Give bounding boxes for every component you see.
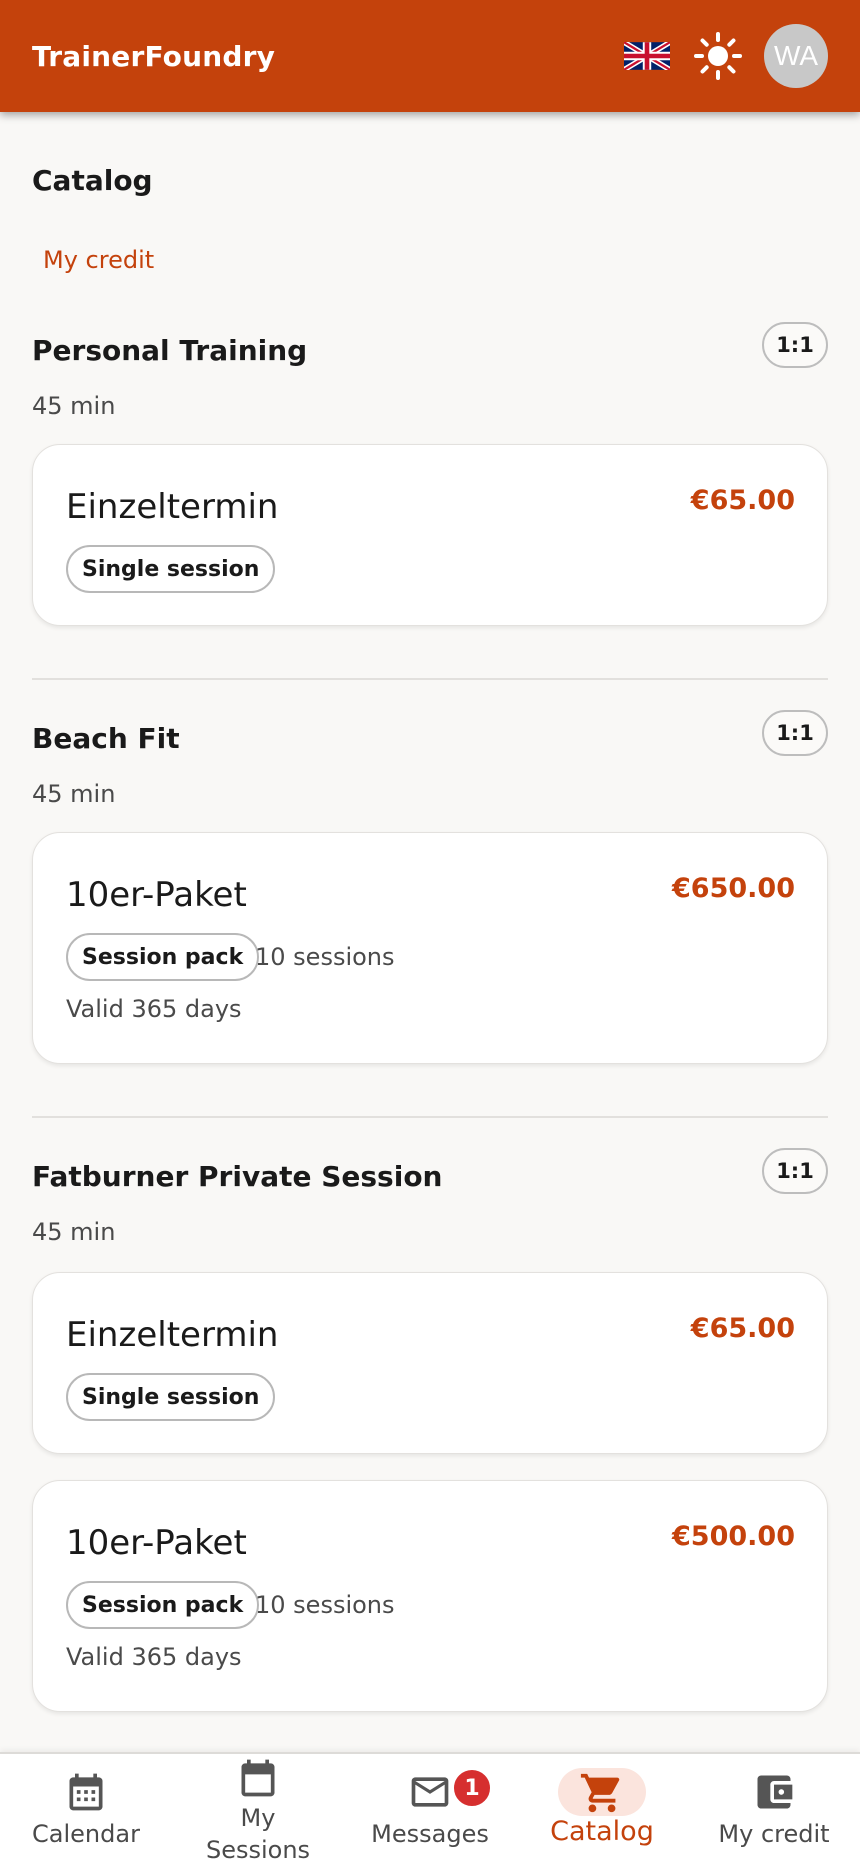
format-badge: 1:1 — [762, 1148, 828, 1194]
offer-type-chip: Single session — [66, 1373, 276, 1421]
section-divider — [32, 678, 828, 680]
validity-text: Valid 365 days — [66, 995, 242, 1023]
brand-title[interactable]: TrainerFoundry — [32, 40, 624, 73]
sessions-count: 10 sessions — [255, 1591, 395, 1619]
mail-icon — [411, 1777, 449, 1807]
section-title: Fatburner Private Session — [32, 1160, 443, 1193]
uk-flag-icon[interactable] — [624, 42, 670, 70]
offer-price: €65.00 — [690, 1313, 795, 1344]
offer-name: Einzeltermin — [66, 487, 279, 527]
offer-name: 10er-Paket — [66, 875, 247, 915]
offer-type-chip: Session pack — [66, 1581, 260, 1629]
avatar[interactable]: WA — [764, 24, 828, 88]
calendar-icon — [69, 1773, 103, 1811]
nav-calendar[interactable]: Calendar — [0, 1754, 172, 1864]
section-title: Personal Training — [32, 334, 308, 367]
page-title: Catalog — [32, 164, 153, 197]
wallet-icon — [757, 1775, 793, 1809]
nav-my-credit[interactable]: My credit — [688, 1754, 860, 1864]
nav-label-line2: Sessions — [205, 1836, 311, 1864]
offer-card[interactable]: Einzeltermin €65.00 Single session — [32, 444, 828, 626]
nav-messages[interactable]: 1 Messages — [344, 1754, 516, 1864]
section-title: Beach Fit — [32, 722, 180, 755]
offer-card[interactable]: Einzeltermin €65.00 Single session — [32, 1272, 828, 1454]
offer-type-chip: Session pack — [66, 933, 260, 981]
unread-badge: 1 — [452, 1768, 492, 1808]
duration-text: 45 min — [32, 392, 116, 420]
duration-text: 45 min — [32, 780, 116, 808]
offer-price: €65.00 — [690, 485, 795, 516]
format-badge: 1:1 — [762, 322, 828, 368]
section-divider — [32, 1116, 828, 1118]
offer-card[interactable]: 10er-Paket €650.00 Session pack 10 sessi… — [32, 832, 828, 1064]
app-bar: TrainerFoundry WA — [0, 0, 860, 112]
sun-icon[interactable] — [694, 32, 742, 80]
offer-card[interactable]: 10er-Paket €500.00 Session pack 10 sessi… — [32, 1480, 828, 1712]
sessions-count: 10 sessions — [255, 943, 395, 971]
offer-price: €500.00 — [672, 1521, 795, 1552]
cart-icon — [580, 1773, 620, 1813]
nav-label: My credit — [718, 1820, 830, 1848]
format-badge: 1:1 — [762, 710, 828, 756]
calendar-event-icon — [241, 1759, 275, 1797]
nav-label: Calendar — [32, 1820, 140, 1848]
offer-type-chip: Single session — [66, 545, 276, 593]
nav-catalog[interactable]: Catalog — [516, 1754, 688, 1864]
bottom-navigation: Calendar My Sessions 1 Messages Catalog … — [0, 1752, 860, 1864]
nav-my-sessions[interactable]: My Sessions — [172, 1754, 344, 1864]
validity-text: Valid 365 days — [66, 1643, 242, 1671]
offer-name: Einzeltermin — [66, 1315, 279, 1355]
nav-label: Catalog — [550, 1816, 654, 1847]
offer-price: €650.00 — [672, 873, 795, 904]
nav-label: Messages — [371, 1820, 489, 1848]
my-credit-link[interactable]: My credit — [43, 246, 154, 274]
offer-name: 10er-Paket — [66, 1523, 247, 1563]
duration-text: 45 min — [32, 1218, 116, 1246]
nav-label-line1: My — [240, 1804, 276, 1832]
